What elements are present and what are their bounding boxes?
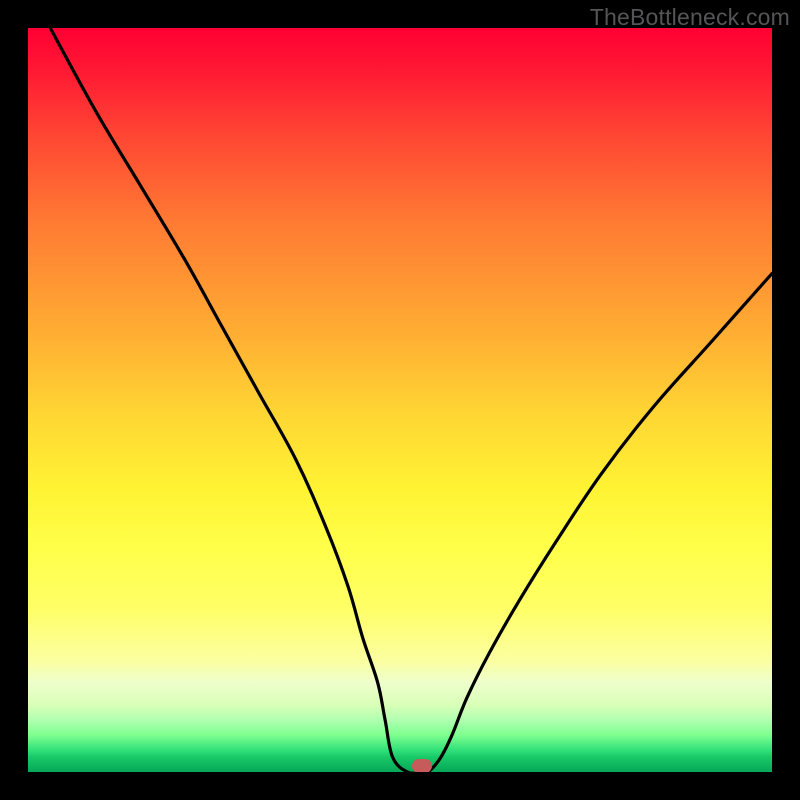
optimal-point-marker xyxy=(412,759,432,772)
curve-layer xyxy=(28,28,772,772)
chart-frame: TheBottleneck.com xyxy=(0,0,800,800)
plot-area xyxy=(28,28,772,772)
watermark-text: TheBottleneck.com xyxy=(590,4,790,31)
bottleneck-curve-path xyxy=(50,28,772,772)
